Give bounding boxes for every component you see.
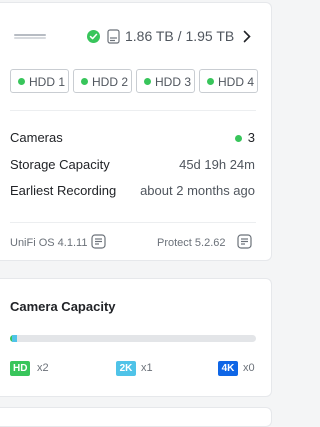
cameras-count: 3 bbox=[247, 130, 255, 145]
storage-capacity-label: Storage Capacity bbox=[10, 157, 110, 172]
hdd-chip-4[interactable]: HDD 4 bbox=[199, 69, 258, 93]
hdd-chip-3[interactable]: HDD 3 bbox=[136, 69, 195, 93]
next-card bbox=[0, 407, 272, 427]
protect-version: Protect 5.2.62 bbox=[157, 237, 226, 249]
cameras-label: Cameras bbox=[10, 130, 63, 145]
resolution-count-4k: x0 bbox=[243, 362, 255, 374]
hdd-label: HDD 4 bbox=[218, 75, 255, 89]
camera-capacity-bar bbox=[10, 335, 256, 342]
hdd-status-dot bbox=[144, 78, 151, 85]
hdd-status-dot bbox=[81, 78, 88, 85]
earliest-recording-value: about 2 months ago bbox=[140, 183, 255, 198]
divider bbox=[10, 110, 256, 111]
hdd-status-dot bbox=[207, 78, 214, 85]
cameras-status-dot bbox=[235, 135, 242, 142]
hdd-label: HDD 3 bbox=[155, 75, 192, 89]
resolution-count-hd: x2 bbox=[37, 362, 49, 374]
resolution-count-2k: x1 bbox=[141, 362, 153, 374]
resolution-badge-hd: HD bbox=[10, 361, 31, 376]
camera-capacity-card: Camera Capacity HD x2 2K x1 4K x0 bbox=[0, 278, 272, 397]
chevron-right-icon[interactable] bbox=[243, 30, 251, 48]
status-ok-icon bbox=[87, 30, 100, 43]
earliest-recording-label: Earliest Recording bbox=[10, 183, 117, 198]
resolution-badge-2k: 2K bbox=[116, 361, 136, 376]
release-notes-icon[interactable] bbox=[91, 234, 106, 254]
nvr-device-image bbox=[14, 34, 46, 39]
camera-capacity-title: Camera Capacity bbox=[10, 299, 116, 314]
hdd-status-dot bbox=[18, 78, 25, 85]
storage-drive-icon bbox=[107, 29, 120, 49]
hdd-chip-2[interactable]: HDD 2 bbox=[73, 69, 132, 93]
unifi-os-version: UniFi OS 4.1.11 bbox=[10, 237, 88, 249]
hdd-label: HDD 1 bbox=[29, 75, 66, 89]
storage-summary-card: 1.86 TB / 1.95 TB HDD 1 HDD 2 HDD 3 HDD … bbox=[0, 2, 272, 261]
divider bbox=[10, 222, 256, 223]
release-notes-icon[interactable] bbox=[237, 234, 252, 254]
storage-usage-text: 1.86 TB / 1.95 TB bbox=[125, 28, 235, 44]
storage-capacity-value: 45d 19h 24m bbox=[179, 157, 255, 172]
resolution-badge-4k: 4K bbox=[218, 361, 238, 376]
hdd-chip-1[interactable]: HDD 1 bbox=[10, 69, 69, 93]
capacity-segment-2k bbox=[12, 335, 17, 342]
hdd-label: HDD 2 bbox=[92, 75, 129, 89]
